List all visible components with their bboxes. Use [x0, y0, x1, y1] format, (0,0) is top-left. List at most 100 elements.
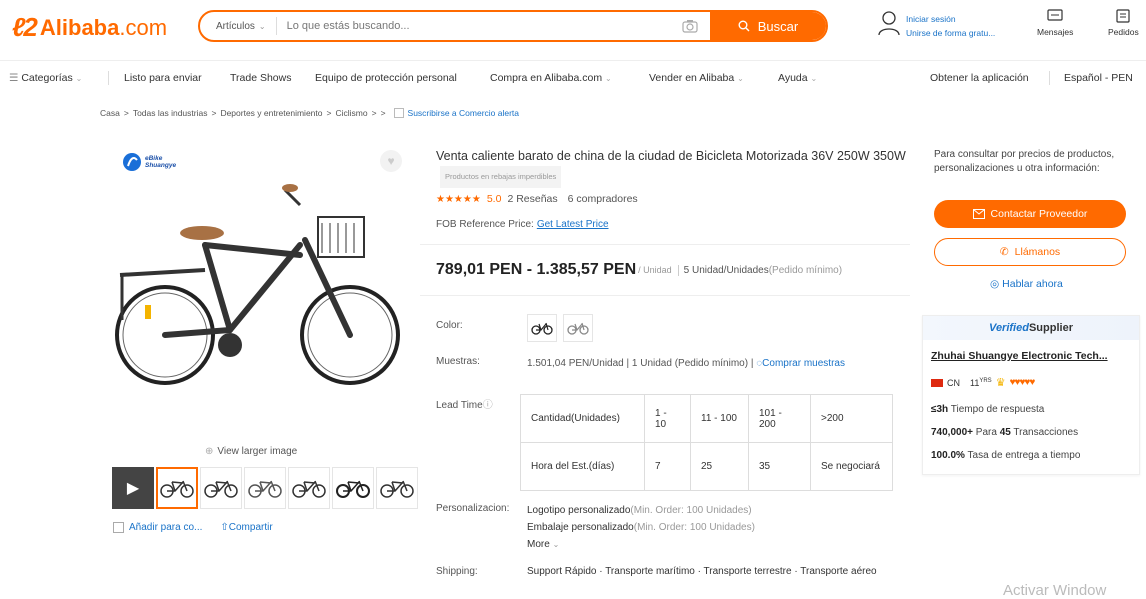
checkbox-icon[interactable] [393, 108, 404, 118]
search-button[interactable]: Buscar [710, 12, 826, 40]
transactions: 740,000+ Para 45 Transacciones [931, 427, 1079, 438]
supplier-card: Verified Supplier Zhuhai Shuangye Electr… [922, 315, 1140, 475]
nav-item-trade-shows[interactable]: Trade Shows [230, 72, 291, 84]
price-row: 789,01 PEN - 1.385,57 PEN / Unidad 5 Uni… [420, 244, 910, 296]
bicycle-icon [567, 322, 589, 335]
alibaba-logo-icon: ℓ2 [12, 12, 38, 42]
table-cell: >200 [810, 394, 893, 443]
search-icon [738, 20, 750, 32]
bicycle-icon [248, 480, 282, 498]
orders-button[interactable]: Pedidos [1108, 8, 1139, 37]
customization-label: Personalizacion: [436, 503, 510, 514]
breadcrumb: Casa > Todas las industrias > Deportes y e… [100, 108, 520, 118]
country-code: CN [947, 377, 960, 388]
alibaba-logo[interactable]: ℓ2 Alibaba.com [12, 12, 167, 43]
breadcrumb-cycling[interactable]: Ciclismo [335, 108, 367, 118]
china-flag-icon [931, 378, 943, 387]
nav-categories[interactable]: ☰ Categorías ⌄ [9, 72, 82, 84]
product-main-image[interactable] [110, 145, 410, 435]
more-toggle[interactable]: More ⌄ [527, 536, 755, 553]
bicycle-icon [204, 480, 238, 498]
table-cell: 101 - 200 [748, 394, 811, 443]
years-unit: YRS [979, 377, 992, 384]
help-icon[interactable]: ⓘ [483, 400, 493, 411]
phone-icon: ✆ [999, 246, 1009, 258]
play-icon: ▶ [126, 480, 140, 497]
color-label: Color: [436, 320, 463, 331]
rating-row: ★★★★★ 5.0 2 Reseñas 6 compradores [436, 193, 638, 205]
get-latest-price-link[interactable]: Get Latest Price [537, 219, 609, 230]
rating-score: 5.0 [486, 193, 502, 205]
chevron-down-icon: ⌄ [737, 74, 744, 83]
fob-price-row: FOB Reference Price: Get Latest Price [436, 219, 609, 230]
verified-supplier-badge: Verified Supplier [923, 316, 1139, 340]
main-nav: ☰ Categorías ⌄ Listo para enviar Trade S… [0, 60, 1146, 96]
search-button-label: Buscar [757, 18, 799, 34]
chat-now-link[interactable]: ◎ Hablar ahora [990, 278, 1063, 290]
buy-samples-link[interactable]: ◌Comprar muestras [756, 358, 845, 369]
thumbnail-2[interactable] [200, 467, 242, 509]
table-row: Cantidad(Unidades) 1 - 10 11 - 100 101 -… [520, 394, 893, 443]
header: ℓ2 Alibaba.com Artículos ⌄ Buscar Inicia… [0, 0, 1146, 56]
call-us-label: Llámanos [1014, 246, 1061, 258]
nav-item-buy-on-alibaba[interactable]: Compra en Alibaba.com ⌄ [490, 72, 612, 84]
lead-time-table: Cantidad(Unidades) 1 - 10 11 - 100 101 -… [520, 394, 893, 491]
nav-item-help[interactable]: Ayuda ⌄ [778, 72, 817, 84]
inquiry-note: Para consultar por precios de productos,… [934, 149, 1115, 174]
table-cell: 35 [748, 442, 811, 491]
samples-label: Muestras: [436, 356, 480, 367]
nav-item-ready-to-ship[interactable]: Listo para enviar [124, 72, 202, 84]
message-icon [1047, 9, 1063, 21]
bicycle-icon [292, 480, 326, 498]
breadcrumb-all-industries[interactable]: Todas las industrias [133, 108, 208, 118]
share-link[interactable]: ⇧Compartir [220, 522, 272, 533]
on-time-delivery: 100.0% Tasa de entrega a tiempo [931, 450, 1081, 461]
language-selector[interactable]: Español - PEN [1064, 72, 1133, 84]
chevron-down-icon: ⌄ [810, 74, 818, 83]
reviews-link[interactable]: 2 Reseñas [507, 193, 557, 205]
signin-link[interactable]: Iniciar sesión [906, 12, 995, 26]
search-input[interactable] [276, 12, 680, 40]
table-cell: 11 - 100 [690, 394, 749, 443]
price-range: 789,01 PEN - 1.385,57 PEN [436, 261, 637, 278]
breadcrumb-sports[interactable]: Deportes y entretenimiento [220, 108, 322, 118]
nav-item-sell-on-alibaba[interactable]: Vender en Alibaba ⌄ [649, 72, 744, 84]
search-bar: Artículos ⌄ Buscar [198, 10, 828, 42]
camera-search-icon[interactable] [680, 18, 700, 34]
user-icon [878, 11, 900, 36]
thumbnail-1[interactable] [156, 467, 198, 509]
messages-label: Mensajes [1037, 27, 1074, 37]
view-larger-image-link[interactable]: ⊕ View larger image [205, 446, 297, 457]
activate-windows-watermark: Activar Window [1003, 582, 1107, 599]
samples-value: 1.501,04 PEN/Unidad | 1 Unidad (Pedido m… [527, 358, 845, 369]
color-option-black[interactable] [527, 314, 557, 342]
messages-button[interactable]: Mensajes [1037, 8, 1073, 37]
nav-item-ppe[interactable]: Equipo de protección personal [315, 72, 457, 84]
orders-icon [1116, 9, 1130, 23]
breadcrumb-home[interactable]: Casa [100, 108, 120, 118]
list-item: Logotipo personalizado(Min. Order: 100 U… [527, 505, 752, 516]
subscribe-trade-alert-link[interactable]: Suscribirse a Comercio alerta [408, 108, 519, 118]
call-us-button[interactable]: ✆ Llámanos [934, 238, 1126, 266]
search-category-dropdown[interactable]: Artículos ⌄ [200, 17, 277, 35]
shipping-value: Support Rápido · Transporte marítimo · T… [527, 566, 877, 577]
table-cell: 1 - 10 [644, 394, 691, 443]
table-header-cell: Cantidad(Unidades) [520, 394, 645, 443]
table-header-cell: Hora del Est.(días) [520, 442, 645, 491]
thumbnail-4[interactable] [288, 467, 330, 509]
thumbnail-5[interactable] [332, 467, 374, 509]
thumbnail-3[interactable] [244, 467, 286, 509]
add-to-compare[interactable]: Añadir para co... [113, 522, 202, 533]
color-option-white[interactable] [563, 314, 593, 342]
table-row: Hora del Est.(días) 7 25 35 Se negociará [520, 442, 893, 491]
supplier-name-link[interactable]: Zhuhai Shuangye Electronic Tech... [931, 350, 1136, 362]
nav-get-app[interactable]: Obtener la aplicación [930, 72, 1029, 84]
contact-supplier-button[interactable]: Contactar Proveedor [934, 200, 1126, 228]
gallery-actions: Añadir para co... ⇧Compartir [113, 522, 273, 533]
min-order: 5 Unidad/Unidades(Pedido mínimo) [677, 264, 842, 276]
account-area[interactable]: Iniciar sesión Unirse de forma gratu... [878, 10, 995, 40]
thumbnail-6[interactable] [376, 467, 418, 509]
logo-text: Alibaba [39, 14, 120, 40]
video-thumbnail[interactable]: ▶ [112, 467, 154, 509]
join-free-link[interactable]: Unirse de forma gratu... [906, 26, 995, 40]
